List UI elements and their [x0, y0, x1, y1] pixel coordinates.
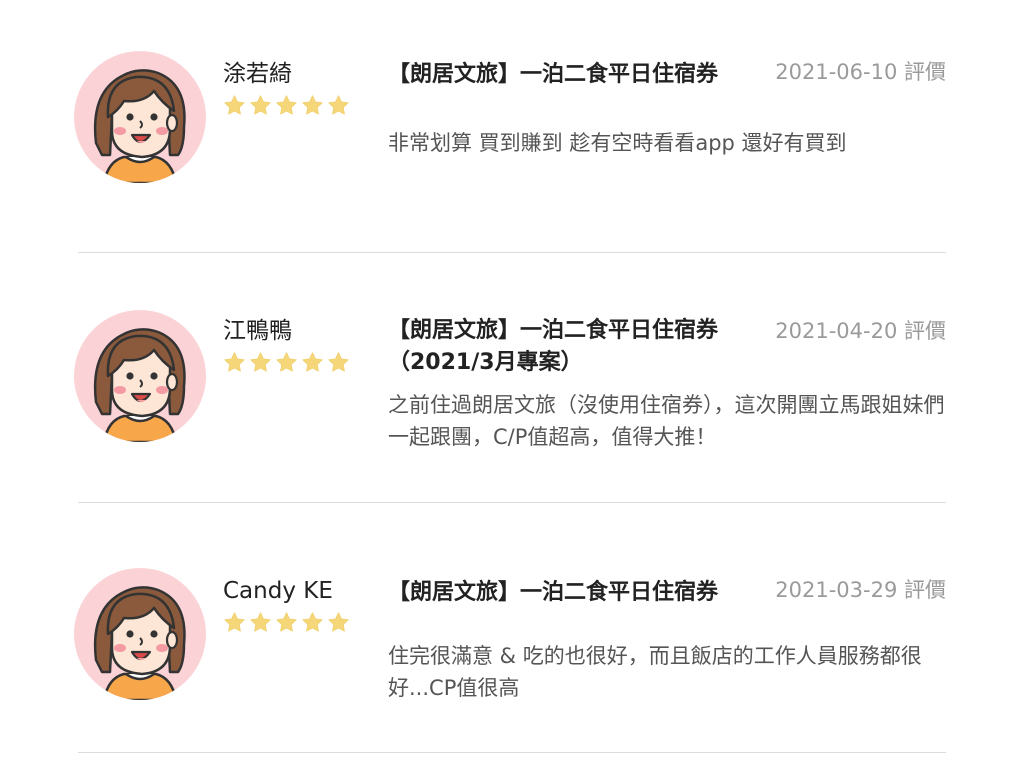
star-icon [275, 611, 298, 634]
product-title[interactable]: 【朗居文旅】一泊二食平日住宿券 [388, 577, 758, 609]
star-icon [223, 94, 246, 117]
star-icon [275, 351, 298, 374]
star-icon [275, 94, 298, 117]
review-date: 2021-03-29 評價 [775, 578, 946, 602]
girl-avatar-icon [74, 310, 206, 442]
star-rating [223, 94, 373, 122]
review-comment: 住完很滿意 & 吃的也很好，而且飯店的工作人員服務都很好...CP值很高 [388, 644, 922, 700]
review-item: 江鴨鴨 【朗居文旅】一泊二食平日住宿券（2021/3月專案） 2021-04-2… [78, 253, 946, 503]
star-icon [301, 94, 324, 117]
review-comment: 之前住過朗居文旅（沒使用住宿券），這次開團立馬跟姐妹們一起跟團，C/P值超高，值… [388, 393, 945, 449]
review-date: 2021-04-20 評價 [775, 319, 946, 343]
reviewer-info: Candy KE [223, 575, 373, 639]
star-rating [223, 351, 373, 379]
review-item: Candy KE 【朗居文旅】一泊二食平日住宿券 2021-03-29 評價 住… [78, 503, 946, 753]
star-icon [327, 351, 350, 374]
reviewer-info: 涂若綺 [223, 58, 373, 122]
star-icon [249, 611, 272, 634]
star-icon [249, 351, 272, 374]
star-icon [327, 94, 350, 117]
girl-avatar-icon [74, 51, 206, 183]
star-icon [327, 611, 350, 634]
reviewer-name: 涂若綺 [223, 61, 292, 87]
star-icon [301, 611, 324, 634]
star-rating [223, 611, 373, 639]
star-icon [223, 351, 246, 374]
review-comment: 非常划算 買到賺到 趁有空時看看app 還好有買到 [388, 131, 847, 155]
star-icon [249, 94, 272, 117]
star-icon [223, 611, 246, 634]
reviewer-name: Candy KE [223, 578, 333, 604]
review-list: 涂若綺 【朗居文旅】一泊二食平日住宿券 2021-06-10 評價 非常划算 買… [0, 0, 1024, 768]
review-item: 涂若綺 【朗居文旅】一泊二食平日住宿券 2021-06-10 評價 非常划算 買… [78, 0, 946, 253]
reviewer-info: 江鴨鴨 [223, 315, 373, 379]
product-title[interactable]: 【朗居文旅】一泊二食平日住宿券 [388, 59, 758, 91]
product-title[interactable]: 【朗居文旅】一泊二食平日住宿券（2021/3月專案） [388, 315, 748, 379]
girl-avatar-icon [74, 568, 206, 700]
review-date: 2021-06-10 評價 [775, 60, 946, 84]
star-icon [301, 351, 324, 374]
reviewer-name: 江鴨鴨 [223, 318, 292, 344]
